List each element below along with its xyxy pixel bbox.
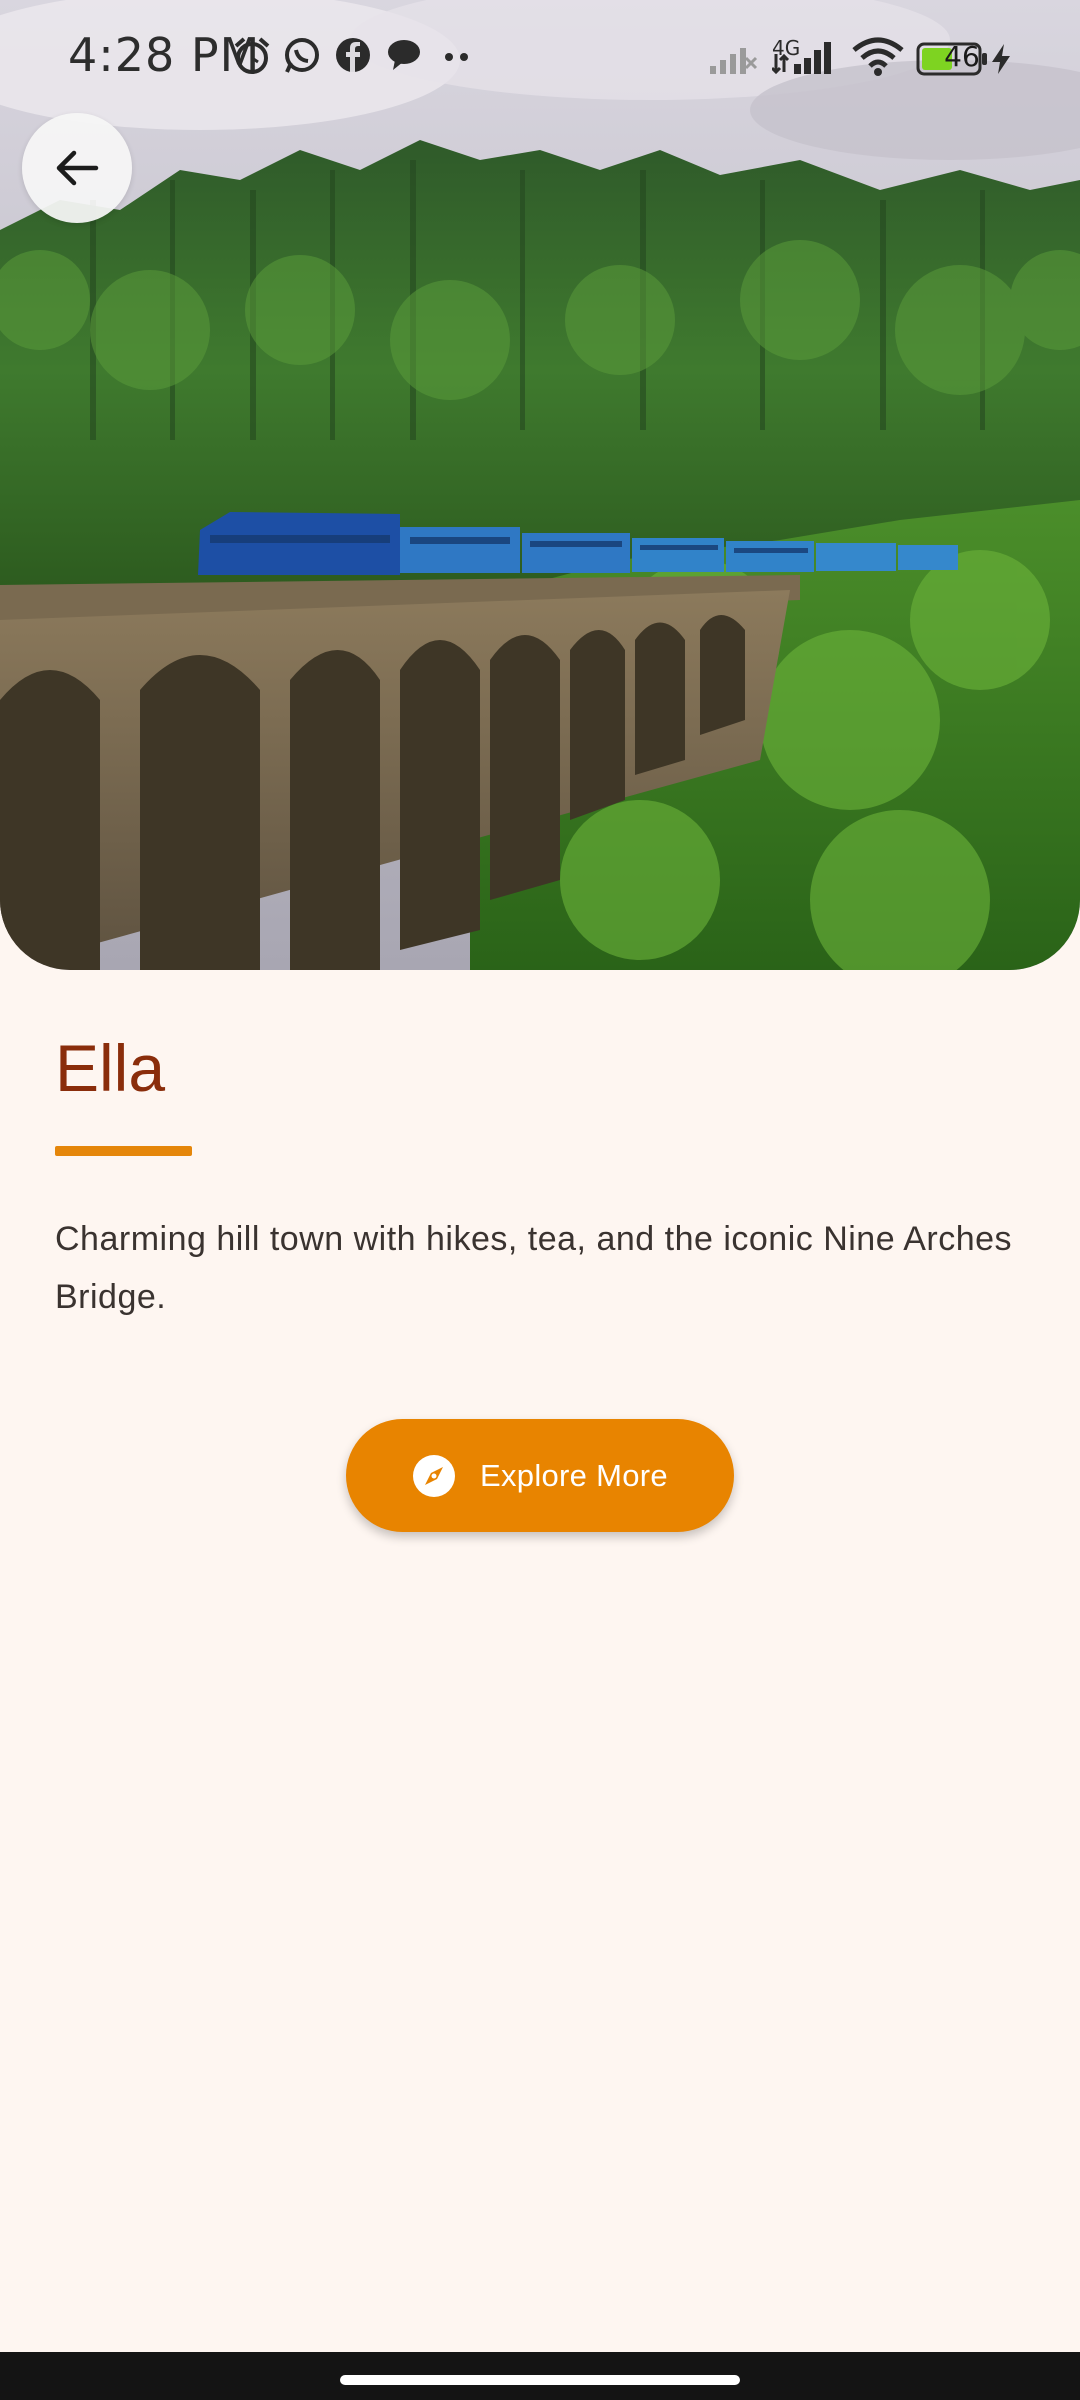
title-underline (55, 1146, 192, 1156)
signal-icon (772, 42, 831, 75)
whatsapp-icon (285, 38, 319, 73)
more-dots-icon (445, 53, 468, 61)
explore-more-button[interactable]: Explore More (346, 1419, 734, 1532)
wifi-icon (852, 37, 904, 76)
status-bar: 4:28 PM 4G 46 (0, 0, 1080, 120)
battery-level: 46 (944, 40, 980, 73)
destination-description: Charming hill town with hikes, tea, and … (55, 1220, 1013, 1316)
explore-more-label: Explore More (480, 1457, 668, 1493)
alarm-icon (234, 37, 270, 74)
system-nav-bar (0, 2352, 1080, 2400)
destination-title: Ella (55, 1031, 166, 1105)
back-button[interactable] (22, 113, 132, 223)
chat-bubble-icon (388, 40, 420, 70)
hero-image (0, 0, 1080, 970)
compass-icon (413, 1454, 456, 1497)
arrow-left-icon (56, 150, 99, 186)
charging-icon (992, 44, 1010, 74)
home-gesture-handle[interactable] (340, 2375, 740, 2385)
signal-off-icon (710, 48, 758, 74)
facebook-icon (336, 38, 370, 72)
